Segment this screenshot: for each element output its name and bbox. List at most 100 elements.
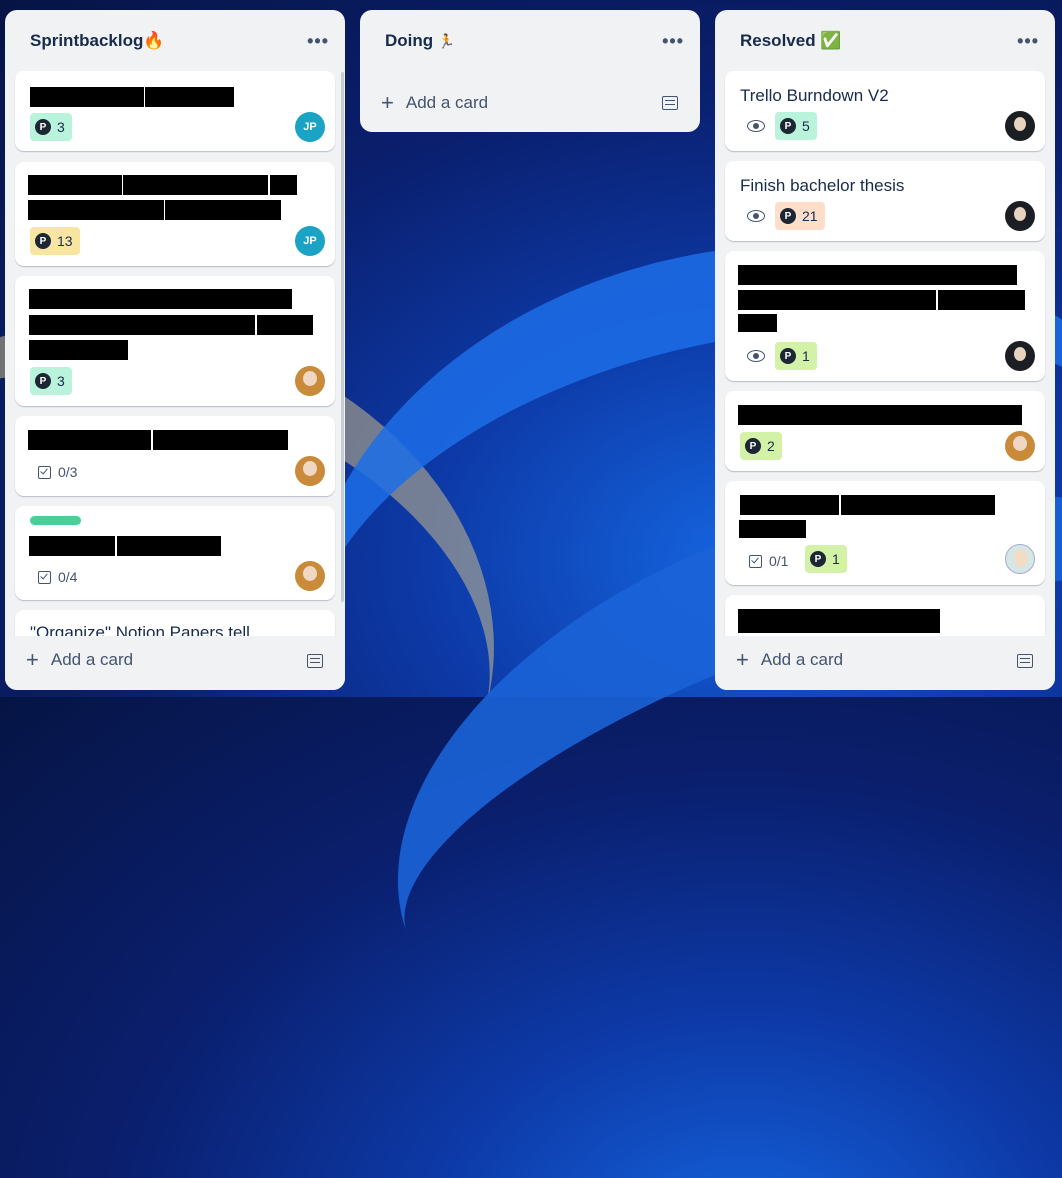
- points-icon: P: [745, 438, 761, 454]
- list-header: Resolved ✅ •••: [715, 10, 1055, 72]
- card-template-icon[interactable]: [662, 96, 678, 110]
- checklist-icon: [38, 465, 51, 479]
- redacted-title: [938, 290, 1025, 310]
- avatar[interactable]: JP: [295, 226, 325, 256]
- card-template-icon[interactable]: [307, 654, 323, 668]
- card[interactable]: 0/3: [15, 416, 335, 496]
- avatar[interactable]: [295, 456, 325, 486]
- add-card-button[interactable]: + Add a card: [736, 647, 843, 673]
- redacted-title: [29, 340, 128, 360]
- watch-icon: [747, 350, 765, 362]
- avatar[interactable]: JP: [295, 112, 325, 142]
- checklist-badge: 0/1: [749, 553, 788, 569]
- card[interactable]: 0/1 P1: [725, 481, 1045, 585]
- card[interactable]: P2: [725, 391, 1045, 471]
- redacted-title: [28, 175, 122, 195]
- checkmark-emoji-icon: ✅: [820, 31, 842, 50]
- card[interactable]: "Organize" Notion Papers tell: [15, 610, 335, 636]
- card-title: "Organize" Notion Papers tell: [30, 623, 250, 636]
- card[interactable]: P3: [15, 276, 335, 406]
- list-doing: Doing 🏃 ••• + Add a card: [360, 10, 700, 132]
- list-header: Sprintbacklog🔥 •••: [5, 10, 345, 72]
- card[interactable]: Trello Burndown V2 P5: [725, 71, 1045, 151]
- story-points-badge: P1: [805, 545, 847, 573]
- redacted-title: [117, 536, 221, 556]
- redacted-title: [270, 175, 297, 195]
- redacted-title: [123, 175, 268, 195]
- list-header: Doing 🏃 •••: [360, 10, 700, 72]
- watch-icon: [747, 210, 765, 222]
- points-icon: P: [780, 118, 796, 134]
- points-icon: P: [35, 373, 51, 389]
- avatar[interactable]: [295, 561, 325, 591]
- card[interactable]: 0/4: [15, 506, 335, 600]
- watch-icon: [747, 120, 765, 132]
- story-points-badge: P5: [775, 112, 817, 140]
- list-scrollbar[interactable]: [341, 72, 344, 602]
- checklist-badge: 0/4: [38, 569, 77, 585]
- redacted-title: [153, 430, 288, 450]
- redacted-title: [841, 495, 995, 515]
- story-points-badge: P 13: [30, 227, 80, 255]
- redacted-title: [29, 315, 255, 335]
- plus-icon: +: [26, 647, 39, 672]
- checklist-icon: [749, 554, 762, 568]
- avatar[interactable]: [295, 366, 325, 396]
- redacted-title: [740, 495, 839, 515]
- redacted-title: [30, 87, 144, 107]
- story-points-badge: P3: [30, 367, 72, 395]
- points-icon: P: [35, 233, 51, 249]
- redacted-title: [257, 315, 313, 335]
- redacted-title: [28, 200, 164, 220]
- redacted-title: [738, 290, 936, 310]
- plus-icon: +: [736, 647, 749, 672]
- more-options-icon[interactable]: •••: [1017, 31, 1039, 52]
- redacted-title: [738, 265, 1017, 285]
- redacted-title: [29, 536, 115, 556]
- list-title[interactable]: Doing 🏃: [385, 31, 455, 51]
- points-icon: P: [35, 119, 51, 135]
- points-icon: P: [780, 348, 796, 364]
- card[interactable]: P3 JP: [15, 71, 335, 151]
- story-points-badge: P3: [30, 113, 72, 141]
- avatar[interactable]: [1005, 341, 1035, 371]
- points-icon: P: [810, 551, 826, 567]
- list-title[interactable]: Sprintbacklog🔥: [30, 31, 165, 51]
- runner-emoji-icon: 🏃: [437, 33, 456, 49]
- redacted-title: [738, 609, 940, 633]
- more-options-icon[interactable]: •••: [662, 31, 684, 52]
- avatar[interactable]: [1005, 544, 1035, 574]
- story-points-badge: P2: [740, 432, 782, 460]
- card-title: Finish bachelor thesis: [740, 176, 905, 195]
- redacted-title: [165, 200, 281, 220]
- more-options-icon[interactable]: •••: [307, 31, 329, 52]
- story-points-badge: P1: [775, 342, 817, 370]
- checklist-icon: [38, 570, 51, 584]
- redacted-title: [29, 289, 292, 309]
- story-points-badge: P 21: [775, 202, 825, 230]
- redacted-title: [28, 430, 151, 450]
- card[interactable]: P1: [725, 251, 1045, 381]
- checklist-badge: 0/3: [38, 464, 77, 480]
- list-resolved: Resolved ✅ ••• Trello Burndown V2 P5 Fin…: [715, 10, 1055, 690]
- card[interactable]: Finish bachelor thesis P 21: [725, 161, 1045, 241]
- card-title: Trello Burndown V2: [740, 86, 889, 105]
- plus-icon: +: [381, 90, 394, 115]
- redacted-title: [738, 314, 777, 332]
- add-card-button[interactable]: + Add a card: [26, 647, 133, 673]
- card[interactable]: P 13 JP: [15, 162, 335, 266]
- list-title[interactable]: Resolved ✅: [740, 31, 842, 51]
- card-label[interactable]: [30, 516, 81, 525]
- fire-emoji-icon: 🔥: [143, 31, 165, 50]
- list-sprintbacklog: Sprintbacklog🔥 ••• P3 JP P 13 JP P3 0/3 …: [5, 10, 345, 690]
- points-icon: P: [780, 208, 796, 224]
- add-card-button[interactable]: + Add a card: [381, 90, 488, 116]
- avatar[interactable]: [1005, 111, 1035, 141]
- card[interactable]: [725, 595, 1045, 636]
- redacted-title: [145, 87, 234, 107]
- redacted-title: [739, 520, 806, 538]
- avatar[interactable]: [1005, 201, 1035, 231]
- redacted-title: [738, 405, 1022, 425]
- avatar[interactable]: [1005, 431, 1035, 461]
- card-template-icon[interactable]: [1017, 654, 1033, 668]
